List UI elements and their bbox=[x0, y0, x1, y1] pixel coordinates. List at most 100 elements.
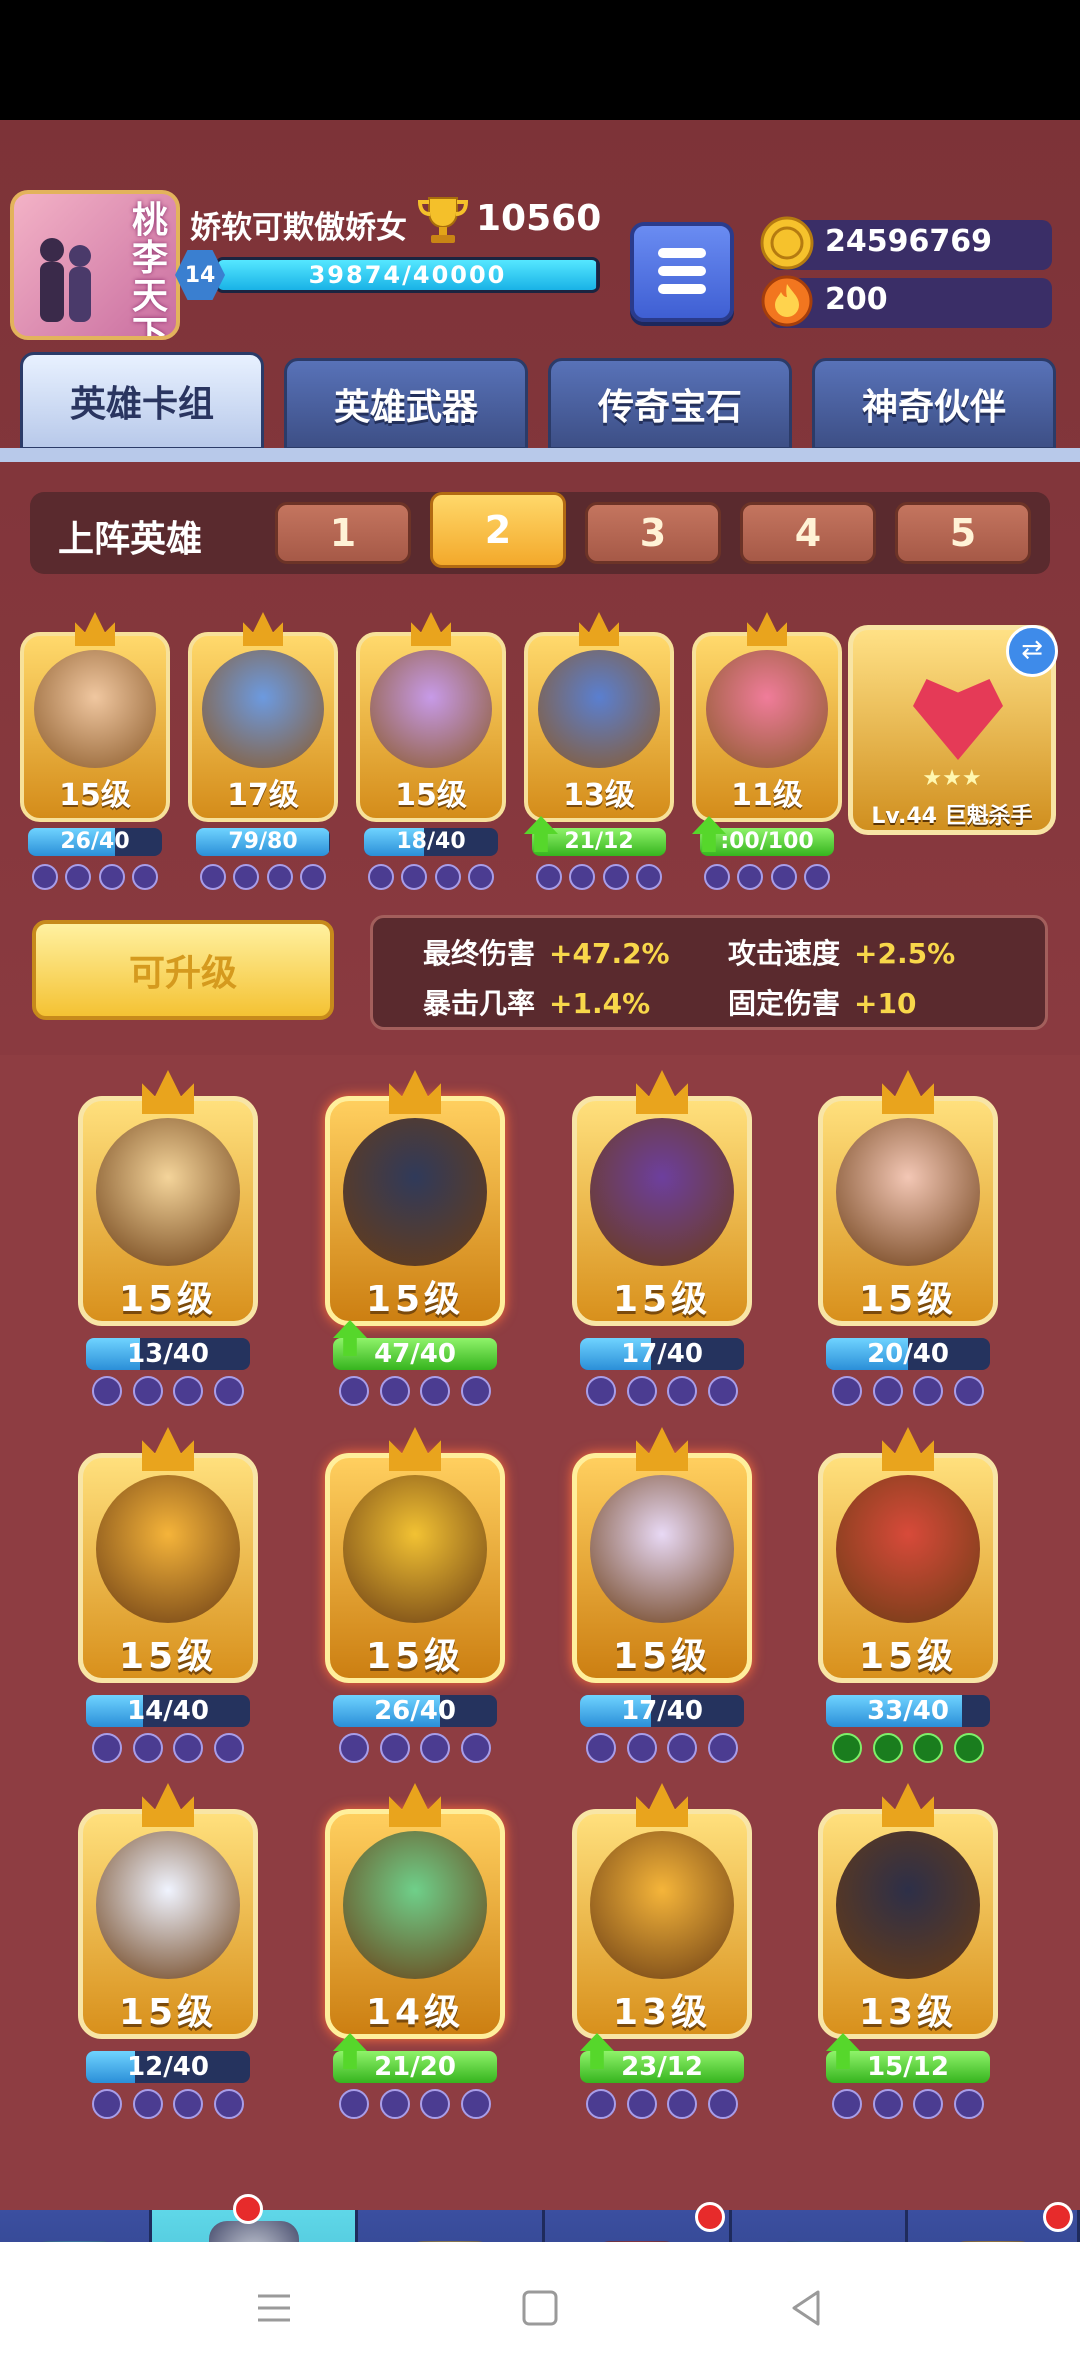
team-hero-card[interactable]: 13级 21/12 bbox=[524, 612, 674, 897]
back-icon[interactable] bbox=[780, 2282, 832, 2334]
skill-slot bbox=[401, 864, 428, 890]
hero-card[interactable]: 13级 15/12 bbox=[818, 1783, 998, 2123]
team-hero-card[interactable]: 15级 18/40 bbox=[356, 612, 506, 897]
hero-progress-text: 26/40 bbox=[374, 1696, 456, 1726]
knight-helmet-icon bbox=[208, 2221, 299, 2242]
skill-slot bbox=[832, 1733, 862, 1763]
swap-icon[interactable]: ⇄ bbox=[1006, 625, 1058, 677]
hero-skill-slots bbox=[90, 1733, 246, 1765]
hero-portrait bbox=[96, 1475, 240, 1623]
team-hero-card[interactable]: 15级 26/40 bbox=[20, 612, 170, 897]
hero-level: 15级 bbox=[858, 1636, 958, 1677]
tab-legendary-gems[interactable]: 传奇宝石 bbox=[548, 358, 792, 450]
home-icon[interactable] bbox=[514, 2282, 566, 2334]
lineup-slot-2[interactable]: 2 bbox=[430, 492, 566, 568]
menu-line bbox=[658, 284, 706, 294]
nav-item[interactable] bbox=[358, 2210, 545, 2242]
nav-item[interactable] bbox=[545, 2202, 732, 2242]
menu-button[interactable] bbox=[630, 222, 734, 322]
hero-progress-text: 33/40 bbox=[867, 1696, 949, 1726]
hero-card[interactable]: 15级 47/40 bbox=[325, 1070, 505, 1410]
hero-level: 11级 bbox=[731, 778, 803, 813]
game-screen: 桃李天下 娇软可欺傲娇女 10560 39874/40000 14 245967… bbox=[0, 120, 1080, 2242]
crown-icon bbox=[142, 1427, 194, 1471]
upgrade-button[interactable]: 可升级 bbox=[32, 920, 334, 1020]
team-hero-card[interactable]: 17级 79/80 bbox=[188, 612, 338, 897]
skill-slot bbox=[536, 864, 562, 890]
skill-slot bbox=[586, 2089, 616, 2119]
skill-slot bbox=[913, 1733, 944, 1763]
skill-slot bbox=[626, 1733, 657, 1763]
hero-level: 15级 bbox=[365, 1279, 465, 1320]
main-tabs: 英雄卡组 英雄武器 传奇宝石 神奇伙伴 bbox=[20, 352, 1060, 450]
skill-slot bbox=[704, 864, 730, 890]
hero-card[interactable]: 15级 17/40 bbox=[572, 1427, 752, 1767]
hero-collection: 15级 13/40 15级 47/40 15级 17/40 15级 20/40 15级 14/40… bbox=[0, 1055, 1080, 2210]
skill-slot bbox=[92, 2089, 122, 2119]
lineup-label: 上阵英雄 bbox=[58, 519, 203, 560]
nav-item[interactable] bbox=[0, 2210, 152, 2242]
tab-hero-weapons[interactable]: 英雄武器 bbox=[284, 358, 528, 450]
skill-slot bbox=[132, 1376, 163, 1406]
stat-attack-speed: 攻击速度 +2.5% bbox=[728, 937, 956, 970]
tab-hero-deck[interactable]: 英雄卡组 bbox=[20, 352, 264, 450]
hero-card[interactable]: 15级 26/40 bbox=[325, 1427, 505, 1767]
hero-card[interactable]: 15级 17/40 bbox=[572, 1070, 752, 1410]
hero-progress-text: 79/80 bbox=[228, 829, 298, 854]
skill-slot bbox=[339, 1733, 369, 1763]
skill-slot bbox=[460, 2089, 491, 2119]
hero-portrait bbox=[538, 650, 660, 768]
hero-card[interactable]: 15级 14/40 bbox=[78, 1427, 258, 1767]
hero-portrait bbox=[370, 650, 492, 768]
hero-skill-slots bbox=[584, 2089, 740, 2121]
hero-level: 15级 bbox=[365, 1636, 465, 1677]
avatar[interactable]: 桃李天下 bbox=[10, 190, 180, 340]
hero-card[interactable]: 15级 33/40 bbox=[818, 1427, 998, 1767]
team-stats-panel: 最终伤害 +47.2% 攻击速度 +2.5% 暴击几率 +1.4% 固定伤害 +10 bbox=[370, 915, 1048, 1030]
hero-skill-slots bbox=[32, 864, 158, 892]
hero-card[interactable]: 15级 20/40 bbox=[818, 1070, 998, 1410]
skill-slot bbox=[213, 2089, 244, 2119]
stat-crit-chance: 暴击几率 +1.4% bbox=[423, 987, 651, 1020]
hero-card[interactable]: 15级 12/40 bbox=[78, 1783, 258, 2123]
hero-progress-text: 18/40 bbox=[396, 829, 466, 854]
nav-item[interactable] bbox=[732, 2210, 908, 2242]
skill-slot bbox=[953, 1376, 984, 1406]
trophy-count: 10560 bbox=[476, 198, 602, 239]
hero-card[interactable]: 13级 23/12 bbox=[572, 1783, 752, 2123]
skill-slot bbox=[173, 1733, 204, 1763]
skill-slot bbox=[707, 1733, 738, 1763]
lineup-slot-4[interactable]: 4 bbox=[740, 502, 876, 564]
crown-icon bbox=[411, 612, 451, 646]
recent-apps-icon[interactable] bbox=[248, 2282, 300, 2334]
skill-slot bbox=[872, 1733, 903, 1763]
crown-icon bbox=[636, 1070, 688, 1114]
team-hero-card[interactable]: 11级:00/100 bbox=[692, 612, 842, 897]
hero-skill-slots bbox=[337, 2089, 493, 2121]
crown-icon bbox=[882, 1427, 934, 1471]
skill-slot bbox=[131, 864, 158, 890]
lineup-slot-3[interactable]: 3 bbox=[585, 502, 721, 564]
tab-magic-partners[interactable]: 神奇伙伴 bbox=[812, 358, 1056, 450]
skill-slot bbox=[667, 1376, 698, 1406]
xp-text: 39874/40000 bbox=[308, 261, 507, 289]
heart-relic-icon bbox=[913, 679, 1003, 760]
crown-icon bbox=[636, 1783, 688, 1827]
skill-slot bbox=[65, 864, 92, 890]
hero-level: 15级 bbox=[59, 778, 131, 813]
tab-underline bbox=[0, 448, 1080, 462]
hero-card[interactable]: 15级 13/40 bbox=[78, 1070, 258, 1410]
hero-skill-slots bbox=[704, 864, 830, 892]
notification-badge bbox=[695, 2202, 725, 2232]
player-profile[interactable]: 桃李天下 娇软可欺傲娇女 10560 39874/40000 14 bbox=[10, 190, 602, 340]
skill-slot bbox=[913, 1376, 944, 1406]
lineup-slot-5[interactable]: 5 bbox=[895, 502, 1031, 564]
crown-icon bbox=[636, 1427, 688, 1471]
skill-slot bbox=[460, 1376, 491, 1406]
nav-item[interactable]: 英雄 bbox=[152, 2194, 358, 2242]
hero-card[interactable]: 14级 21/20 bbox=[325, 1783, 505, 2123]
hero-progress-text: 21/20 bbox=[374, 2052, 456, 2082]
skill-slot bbox=[213, 1376, 244, 1406]
lineup-slot-1[interactable]: 1 bbox=[275, 502, 411, 564]
nav-item[interactable] bbox=[908, 2202, 1080, 2242]
